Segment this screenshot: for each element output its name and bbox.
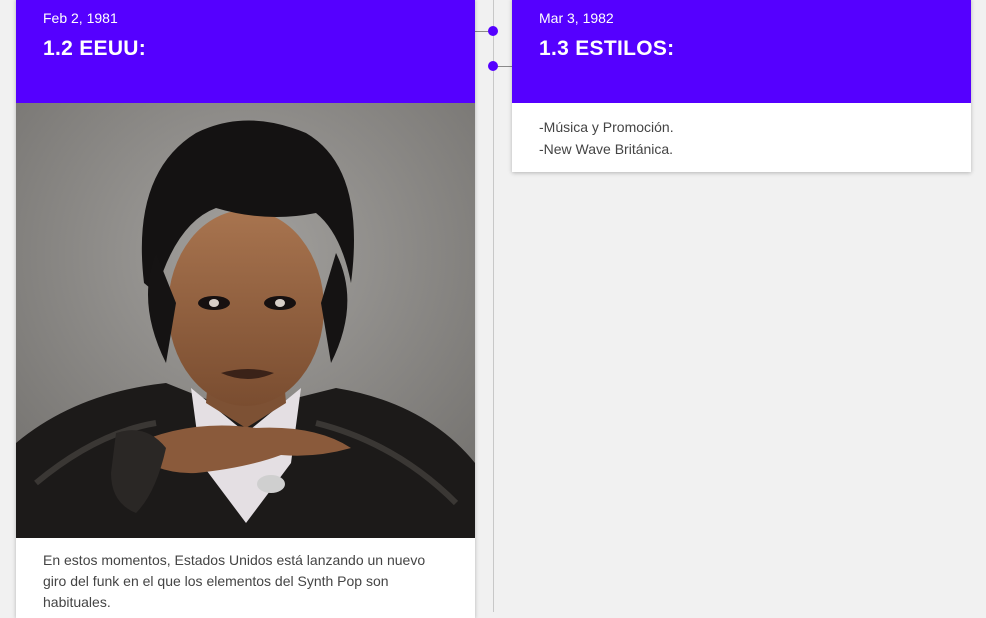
list-item: -Música y Promoción. bbox=[539, 119, 674, 135]
card-header: Mar 3, 1982 1.3 ESTILOS: bbox=[512, 0, 971, 103]
card-date: Feb 2, 1981 bbox=[43, 10, 118, 26]
card-list: -Música y Promoción. -New Wave Británica… bbox=[512, 103, 971, 160]
timeline-card-estilos: Mar 3, 1982 1.3 ESTILOS: -Música y Promo… bbox=[512, 0, 971, 172]
card-title: 1.3 ESTILOS: bbox=[539, 37, 675, 60]
card-header: Feb 2, 1981 1.2 EEUU: bbox=[16, 0, 475, 103]
artist-photo bbox=[16, 103, 475, 538]
card-title: 1.2 EEUU: bbox=[43, 37, 147, 60]
card-date: Mar 3, 1982 bbox=[539, 10, 614, 26]
timeline-card-eeuu: Feb 2, 1981 1.2 EEUU: En estos momentos,… bbox=[16, 0, 475, 618]
timeline-marker-left[interactable] bbox=[488, 26, 498, 36]
timeline-axis bbox=[493, 0, 494, 612]
list-item: -New Wave Británica. bbox=[539, 141, 674, 157]
timeline-marker-right[interactable] bbox=[488, 61, 498, 71]
card-text: En estos momentos, Estados Unidos está l… bbox=[43, 552, 426, 610]
